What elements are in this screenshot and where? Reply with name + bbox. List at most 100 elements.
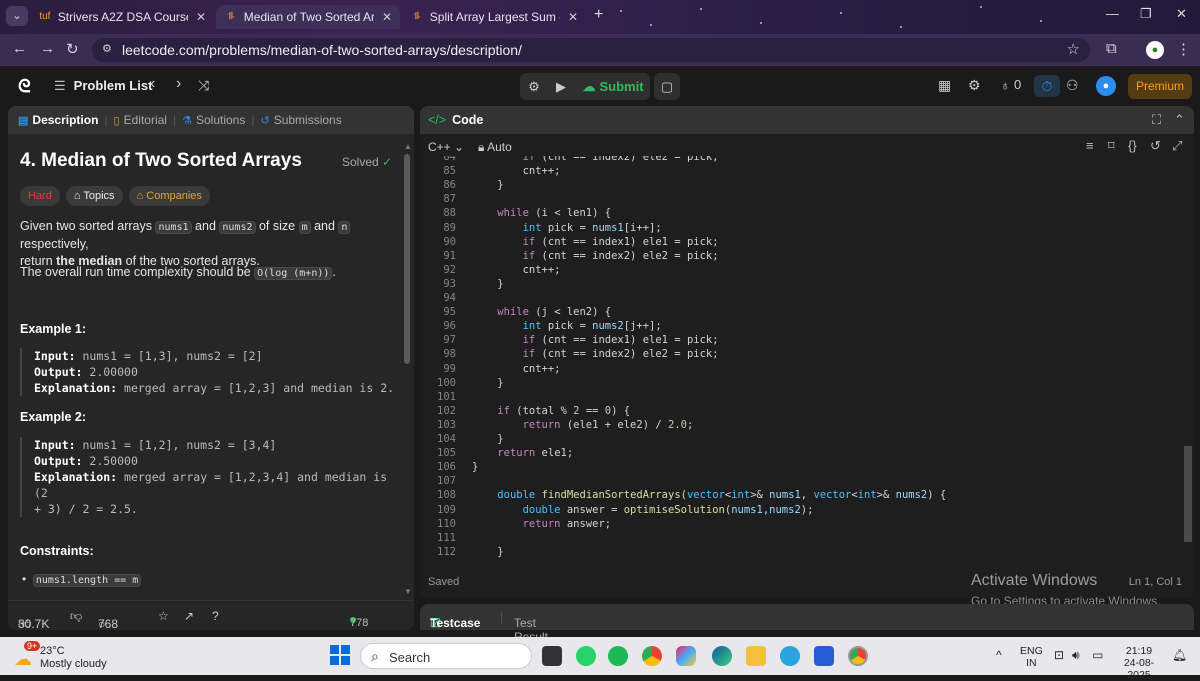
auto-mode[interactable]: 🔒︎ Auto — [478, 140, 512, 155]
task-view-icon[interactable] — [542, 646, 562, 666]
code-line[interactable]: while (i < len1) { — [472, 207, 611, 219]
problem-list-button[interactable]: ☰ Problem List — [54, 78, 152, 94]
chrome-active-icon[interactable] — [848, 646, 868, 666]
new-tab-button[interactable]: + — [594, 6, 603, 24]
close-tab-icon[interactable]: ✕ — [196, 10, 206, 24]
editor-scrollbar[interactable] — [1184, 446, 1192, 542]
whatsapp-icon[interactable] — [576, 646, 596, 666]
premium-button[interactable]: Premium — [1128, 74, 1192, 99]
language-select[interactable]: C++ ⌄ — [428, 140, 464, 154]
tab-search-dropdown[interactable]: ⌄ — [6, 6, 28, 26]
clock[interactable]: 21:19 24-08-2025 — [1114, 645, 1164, 681]
settings-gear-icon[interactable]: ⚙ — [968, 77, 981, 94]
bookmark-icon[interactable]: ⌑ — [1108, 138, 1115, 154]
favorite-star-icon[interactable]: ☆ — [158, 609, 169, 623]
bookmark-star-icon[interactable]: ☆ — [1067, 40, 1080, 58]
next-problem-icon[interactable]: › — [176, 75, 181, 93]
notifications-bell-icon[interactable]: 🔔︎ — [1172, 649, 1187, 661]
code-line[interactable]: int pick = nums2[j++]; — [472, 320, 662, 332]
code-line[interactable]: } — [472, 546, 503, 558]
file-explorer-icon[interactable] — [746, 646, 766, 666]
topics-tag[interactable]: ⌂ Topics — [65, 186, 123, 206]
prev-problem-icon[interactable]: ‹ — [150, 75, 155, 93]
extensions-icon[interactable]: ⧉ — [1106, 40, 1117, 57]
start-windows-icon[interactable] — [330, 645, 350, 665]
telegram-icon[interactable] — [780, 646, 800, 666]
code-line[interactable]: if (cnt == index2) ele2 = pick; — [472, 250, 719, 262]
description-scrollbar[interactable]: ▲ ▼ — [404, 142, 412, 596]
layout-icon[interactable]: ▦ — [938, 77, 951, 94]
code-line[interactable]: if (cnt == index2) ele2 = pick; — [472, 156, 719, 163]
menu-icon[interactable]: ⋮ — [1176, 40, 1191, 58]
spotify-icon[interactable] — [608, 646, 628, 666]
browser-tab-striver[interactable]: tuf Strivers A2Z DSA Course/Sheet ✕ — [30, 5, 214, 29]
reset-icon[interactable]: ↺ — [1150, 138, 1161, 154]
dislike-icon[interactable]: 👎︎ — [70, 609, 82, 624]
companies-tag[interactable]: ⌂ Companies — [128, 186, 210, 206]
edge-icon[interactable] — [712, 646, 732, 666]
code-line[interactable]: if (cnt == index2) ele2 = pick; — [472, 348, 719, 360]
help-icon[interactable]: ? — [212, 609, 219, 623]
code-line[interactable]: if (cnt == index1) ele1 = pick; — [472, 334, 719, 346]
forward-icon[interactable]: → — [40, 40, 55, 57]
code-line[interactable]: return ele1; — [472, 447, 573, 459]
tab-description[interactable]: ▤ Description — [18, 113, 98, 127]
notes-button[interactable]: ▢ — [654, 73, 680, 100]
code-line[interactable]: int pick = nums1[i++]; — [472, 222, 662, 234]
browser-tab-median[interactable]: ⥮ Median of Two Sorted Arrays - ✕ — [216, 5, 400, 29]
add-user-icon[interactable]: ⚇ — [1066, 77, 1079, 94]
tray-chevron-icon[interactable]: ^ — [996, 649, 1002, 661]
code-line[interactable]: } — [472, 179, 503, 191]
tab-editorial[interactable]: ▯ Editorial — [114, 113, 167, 127]
streak-flame-icon[interactable]: ♁ — [1000, 77, 1011, 93]
expand-icon[interactable]: ⤢ — [1172, 138, 1182, 154]
avatar[interactable]: ● — [1096, 76, 1116, 96]
copilot-icon[interactable] — [676, 646, 696, 666]
close-tab-icon[interactable]: ✕ — [568, 10, 578, 24]
format-icon[interactable]: ≡ — [1086, 138, 1094, 153]
minimize-icon[interactable]: — — [1106, 6, 1119, 21]
browser-tab-split-array[interactable]: ⥮ Split Array Largest Sum - LeetC ✕ — [402, 5, 586, 29]
network-icon[interactable]: ⊡ — [1054, 649, 1064, 661]
code-editor[interactable]: 84 if (cnt == index2) ele2 = pick; 85 cnt… — [420, 156, 1184, 566]
code-line[interactable]: return answer; — [472, 518, 612, 530]
url-field[interactable]: ⚙ leetcode.com/problems/median-of-two-so… — [92, 38, 1090, 62]
tab-submissions[interactable]: ↺ Submissions — [260, 113, 341, 127]
store-icon[interactable] — [814, 646, 834, 666]
code-line[interactable]: double answer = optimiseSolution(nums1,n… — [472, 504, 814, 516]
code-line[interactable]: double findMedianSortedArrays(vector<int… — [472, 489, 946, 501]
maximize-icon[interactable]: ⛶ — [1152, 112, 1161, 128]
code-line[interactable]: if (total % 2 == 0) { — [472, 405, 630, 417]
volume-icon[interactable]: 🔊︎ — [1072, 649, 1080, 661]
taskbar-search[interactable]: ⌕ Search — [360, 643, 532, 669]
code-line[interactable]: } — [472, 433, 503, 445]
run-button[interactable]: ▶ — [548, 73, 574, 100]
leetcode-logo-icon[interactable]: ᘓ — [18, 77, 32, 95]
code-line[interactable]: } — [472, 278, 503, 290]
code-line[interactable]: cnt++; — [472, 363, 561, 375]
code-line[interactable]: cnt++; — [472, 264, 561, 276]
code-line[interactable]: while (j < len2) { — [472, 306, 611, 318]
braces-icon[interactable]: {} — [1128, 138, 1137, 153]
timer-icon[interactable]: ⏱ — [1034, 75, 1060, 97]
close-tab-icon[interactable]: ✕ — [382, 10, 392, 24]
restore-icon[interactable]: ❐ — [1140, 6, 1152, 22]
reload-icon[interactable]: ↻ — [66, 40, 79, 58]
battery-icon[interactable]: ▭ — [1092, 649, 1103, 661]
tab-solutions[interactable]: ⚗ Solutions — [182, 113, 245, 127]
chrome-icon[interactable] — [642, 646, 662, 666]
code-line[interactable]: cnt++; — [472, 165, 561, 177]
code-line[interactable]: } — [472, 377, 503, 389]
code-line[interactable]: return (ele1 + ele2) / 2.0; — [472, 419, 694, 431]
collapse-icon[interactable]: ⌃ — [1174, 112, 1185, 128]
code-line[interactable]: } — [472, 461, 478, 473]
share-icon[interactable]: ↗ — [184, 609, 194, 623]
submit-button[interactable]: ☁ Submit — [576, 73, 650, 100]
back-icon[interactable]: ← — [12, 40, 27, 57]
code-line[interactable]: if (cnt == index1) ele1 = pick; — [472, 236, 719, 248]
language-indicator[interactable]: ENG IN — [1020, 645, 1043, 669]
shuffle-icon[interactable]: ⤨ — [198, 77, 209, 94]
site-info-icon[interactable]: ⚙ — [102, 42, 112, 55]
close-window-icon[interactable]: ✕ — [1176, 6, 1187, 22]
profile-icon[interactable]: ● — [1146, 41, 1164, 59]
